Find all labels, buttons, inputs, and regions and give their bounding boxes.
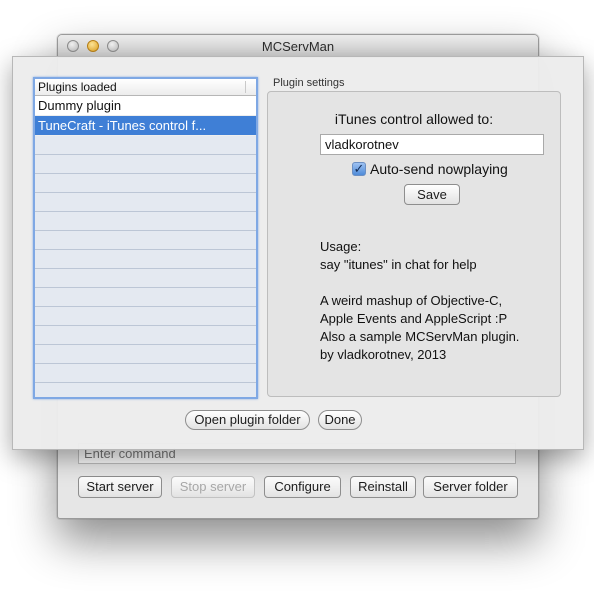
title-bar[interactable]: MCServMan: [58, 35, 538, 58]
auto-send-label[interactable]: Auto-send nowplaying: [370, 161, 508, 177]
empty-list-row: [35, 250, 256, 269]
save-button[interactable]: Save: [404, 184, 460, 205]
plugins-list-header[interactable]: Plugins loaded: [35, 79, 256, 96]
column-separator: [245, 81, 246, 93]
empty-list-row: [35, 231, 256, 250]
itunes-control-label: iTunes control allowed to:: [334, 111, 494, 127]
auto-send-checkbox[interactable]: ✓: [352, 162, 366, 176]
server-folder-button[interactable]: Server folder: [423, 476, 518, 498]
usage-line: A weird mashup of Objective-C,: [320, 293, 503, 308]
usage-text: Usage: say "itunes" in chat for help A w…: [320, 238, 519, 364]
plugins-list[interactable]: Plugins loaded Dummy plugin TuneCraft - …: [33, 77, 258, 399]
plugin-item-tunecraft[interactable]: TuneCraft - iTunes control f...: [35, 116, 256, 136]
usage-line: by vladkorotnev, 2013: [320, 347, 447, 362]
stop-server-button[interactable]: Stop server: [171, 476, 255, 498]
empty-list-row: [35, 193, 256, 212]
configure-button[interactable]: Configure: [264, 476, 341, 498]
plugins-sheet: Plugins loaded Dummy plugin TuneCraft - …: [12, 56, 584, 450]
empty-list-row: [35, 383, 256, 397]
allowed-user-field[interactable]: vladkorotnev: [320, 134, 544, 155]
usage-line: Usage:: [320, 239, 362, 254]
usage-line: [320, 274, 519, 292]
empty-list-row: [35, 155, 256, 174]
start-server-button[interactable]: Start server: [78, 476, 162, 498]
usage-line: say "itunes" in chat for help: [320, 257, 477, 272]
usage-line: Also a sample MCServMan plugin.: [320, 329, 520, 344]
empty-list-row: [35, 345, 256, 364]
usage-line: Apple Events and AppleScript :P: [320, 311, 508, 326]
plugin-settings-label: Plugin settings: [273, 77, 345, 89]
empty-list-row: [35, 307, 256, 326]
empty-list-row: [35, 136, 256, 155]
reinstall-button[interactable]: Reinstall: [350, 476, 416, 498]
empty-list-row: [35, 288, 256, 307]
empty-list-row: [35, 364, 256, 383]
empty-list-row: [35, 269, 256, 288]
open-plugin-folder-button[interactable]: Open plugin folder: [185, 410, 310, 430]
empty-list-row: [35, 212, 256, 231]
empty-list-row: [35, 326, 256, 345]
done-button[interactable]: Done: [318, 410, 362, 430]
window-title: MCServMan: [261, 39, 335, 54]
plugins-list-header-label: Plugins loaded: [38, 80, 117, 94]
empty-list-row: [35, 174, 256, 193]
plugin-settings-box: iTunes control allowed to: vladkorotnev …: [267, 91, 561, 397]
plugin-item-dummy[interactable]: Dummy plugin: [35, 96, 256, 116]
